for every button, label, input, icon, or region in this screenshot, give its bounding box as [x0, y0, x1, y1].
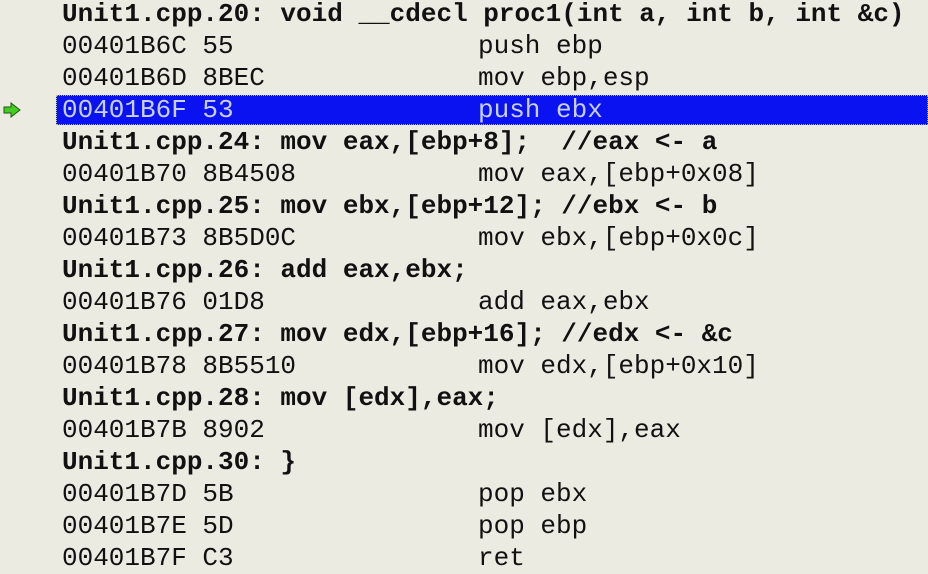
asm-line[interactable]: 00401B7D 5B pop ebx: [0, 478, 928, 510]
source-text: Unit1.cpp.25: mov ebx,[ebp+12]; //ebx <-…: [62, 191, 718, 221]
address-bytes: 00401B78 8B5510: [62, 351, 297, 381]
address-bytes: 00401B7F C3: [62, 543, 234, 573]
source-text: Unit1.cpp.30: }: [62, 447, 297, 477]
source-line[interactable]: Unit1.cpp.27: mov edx,[ebp+16]; //edx <-…: [0, 318, 928, 350]
source-text: Unit1.cpp.20: void __cdecl proc1(int a, …: [62, 0, 905, 29]
instruction: mov ebx,[ebp+0x0c]: [478, 223, 759, 253]
source-line[interactable]: Unit1.cpp.24: mov eax,[ebp+8]; //eax <- …: [0, 126, 928, 158]
address-bytes: 00401B7D 5B: [62, 479, 234, 509]
address-bytes: 00401B6F 53: [62, 95, 234, 125]
asm-line[interactable]: 00401B7E 5D pop ebp: [0, 510, 928, 542]
instruction: push ebp: [478, 31, 603, 61]
source-line[interactable]: Unit1.cpp.28: mov [edx],eax;: [0, 382, 928, 414]
instruction: mov ebp,esp: [478, 63, 650, 93]
address-bytes: 00401B70 8B4508: [62, 159, 297, 189]
instruction: mov [edx],eax: [478, 415, 681, 445]
source-text: Unit1.cpp.26: add eax,ebx;: [62, 255, 468, 285]
source-line[interactable]: Unit1.cpp.25: mov ebx,[ebp+12]; //ebx <-…: [0, 190, 928, 222]
asm-line[interactable]: 00401B6F 53 push ebx: [0, 94, 928, 126]
address-bytes: 00401B73 8B5D0C: [62, 223, 297, 253]
source-line[interactable]: Unit1.cpp.26: add eax,ebx;: [0, 254, 928, 286]
address-bytes: 00401B6C 55: [62, 31, 234, 61]
address-bytes: 00401B6D 8BEC: [62, 63, 265, 93]
instruction: pop ebx: [478, 479, 588, 509]
asm-line[interactable]: 00401B7F C3 ret: [0, 542, 928, 574]
instruction: mov edx,[ebp+0x10]: [478, 351, 759, 381]
instruction: add eax,ebx: [478, 287, 650, 317]
source-text: Unit1.cpp.28: mov [edx],eax;: [62, 383, 499, 413]
source-line[interactable]: Unit1.cpp.20: void __cdecl proc1(int a, …: [0, 0, 928, 30]
instruction: pop ebp: [478, 511, 588, 541]
asm-line[interactable]: 00401B78 8B5510 mov edx,[ebp+0x10]: [0, 350, 928, 382]
source-text: Unit1.cpp.27: mov edx,[ebp+16]; //edx <-…: [62, 319, 733, 349]
asm-line[interactable]: 00401B76 01D8 add eax,ebx: [0, 286, 928, 318]
asm-line[interactable]: 00401B6D 8BEC mov ebp,esp: [0, 62, 928, 94]
instruction: mov eax,[ebp+0x08]: [478, 159, 759, 189]
disassembly-view: Unit1.cpp.20: void __cdecl proc1(int a, …: [0, 0, 928, 574]
asm-line[interactable]: 00401B73 8B5D0C mov ebx,[ebp+0x0c]: [0, 222, 928, 254]
address-bytes: 00401B76 01D8: [62, 287, 265, 317]
asm-line[interactable]: 00401B6C 55 push ebp: [0, 30, 928, 62]
source-text: Unit1.cpp.24: mov eax,[ebp+8]; //eax <- …: [62, 127, 718, 157]
asm-line[interactable]: 00401B70 8B4508 mov eax,[ebp+0x08]: [0, 158, 928, 190]
current-line-arrow-icon: [3, 102, 21, 118]
instruction: push ebx: [478, 95, 603, 125]
instruction: ret: [478, 543, 525, 573]
address-bytes: 00401B7E 5D: [62, 511, 234, 541]
asm-line[interactable]: 00401B7B 8902 mov [edx],eax: [0, 414, 928, 446]
address-bytes: 00401B7B 8902: [62, 415, 265, 445]
source-line[interactable]: Unit1.cpp.30: }: [0, 446, 928, 478]
